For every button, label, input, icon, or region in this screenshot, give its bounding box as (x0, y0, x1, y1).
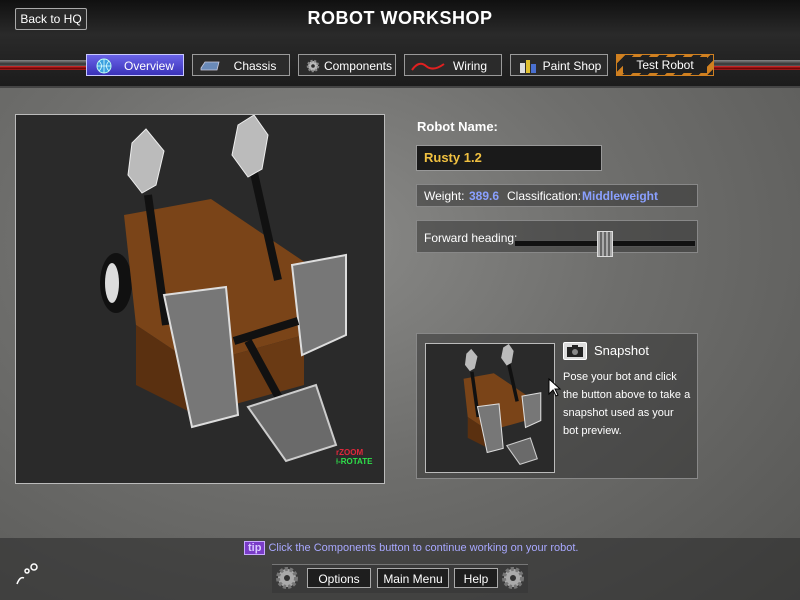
snapshot-preview (425, 343, 555, 473)
classification-label: Classification: (507, 189, 582, 203)
gear-icon (502, 567, 524, 589)
globe-icon (96, 58, 112, 74)
left-hubcap (105, 263, 119, 303)
tab-components[interactable]: Components (298, 54, 396, 76)
paint-cans-icon (520, 60, 536, 73)
classification-value: Middleweight (582, 189, 658, 203)
forward-heading-slider[interactable] (514, 231, 696, 257)
heading-panel: Forward heading: (416, 220, 698, 257)
gear-icon (276, 567, 298, 589)
cable-left-red (0, 66, 86, 70)
forward-heading-label: Forward heading: (424, 231, 518, 245)
snapshot-description: Pose your bot and click the button above… (563, 371, 691, 437)
tab-label: Overview (123, 59, 174, 73)
status-spinner-icon (16, 563, 38, 585)
tip-badge: tip (244, 541, 266, 555)
tip-message: tip Click the Components button to contin… (244, 541, 578, 555)
weight-value: 389.6 (469, 189, 500, 203)
right-armor-plate (290, 253, 347, 357)
tab-label: Test Robot (623, 57, 707, 73)
top-bar: ROBOT WORKSHOP Back to HQ Overview Chass… (0, 0, 800, 88)
snapshot-title: Snapshot (594, 343, 649, 358)
right-spike (231, 115, 269, 178)
zoom-hint: rZOOM (336, 448, 364, 457)
main-menu-button[interactable]: Main Menu (377, 568, 449, 588)
back-to-hq-button[interactable]: Back to HQ (15, 8, 87, 30)
tab-chassis[interactable]: Chassis (192, 54, 290, 76)
tab-wiring[interactable]: Wiring (404, 54, 502, 76)
camera-icon (567, 345, 583, 357)
snapshot-render (463, 344, 542, 465)
tab-paint-shop[interactable]: Paint Shop (510, 54, 608, 76)
help-button[interactable]: Help (454, 568, 498, 588)
tab-test-robot[interactable]: Test Robot (616, 54, 714, 76)
tab-overview[interactable]: Overview (86, 54, 184, 76)
tab-label: Chassis (233, 59, 277, 73)
robot-render (100, 115, 347, 463)
robot-name-input[interactable]: Rusty 1.2 (416, 145, 602, 171)
menu-button-row: Options Main Menu Help (272, 564, 528, 593)
tip-text: Click the Components button to continue … (268, 542, 579, 554)
options-button[interactable]: Options (307, 568, 371, 588)
robot-name-label: Robot Name: (417, 119, 498, 134)
control-legend: rZOOM ⍿-ROTATE (336, 448, 372, 467)
slider-handle[interactable] (597, 231, 613, 257)
snapshot-button[interactable] (563, 342, 587, 360)
rotate-hint: ⍿-ROTATE (336, 457, 373, 466)
tab-label: Wiring (452, 59, 487, 73)
page-title: ROBOT WORKSHOP (307, 8, 493, 28)
left-spike (127, 128, 165, 194)
tab-label: Paint Shop (542, 59, 602, 73)
robot-3d-viewport[interactable]: rZOOM ⍿-ROTATE (15, 114, 385, 484)
stats-panel: Weight: 389.6 Classification: Middleweig… (416, 184, 698, 207)
cable-right-red (714, 66, 800, 70)
weight-label: Weight: (424, 189, 465, 203)
bottom-bar: tip Click the Components button to contin… (0, 538, 800, 600)
chassis-icon (200, 61, 220, 71)
tab-label: Components (323, 59, 393, 73)
mouse-cursor-icon (548, 378, 562, 397)
snapshot-panel: Snapshot Pose your bot and click the but… (416, 333, 698, 479)
